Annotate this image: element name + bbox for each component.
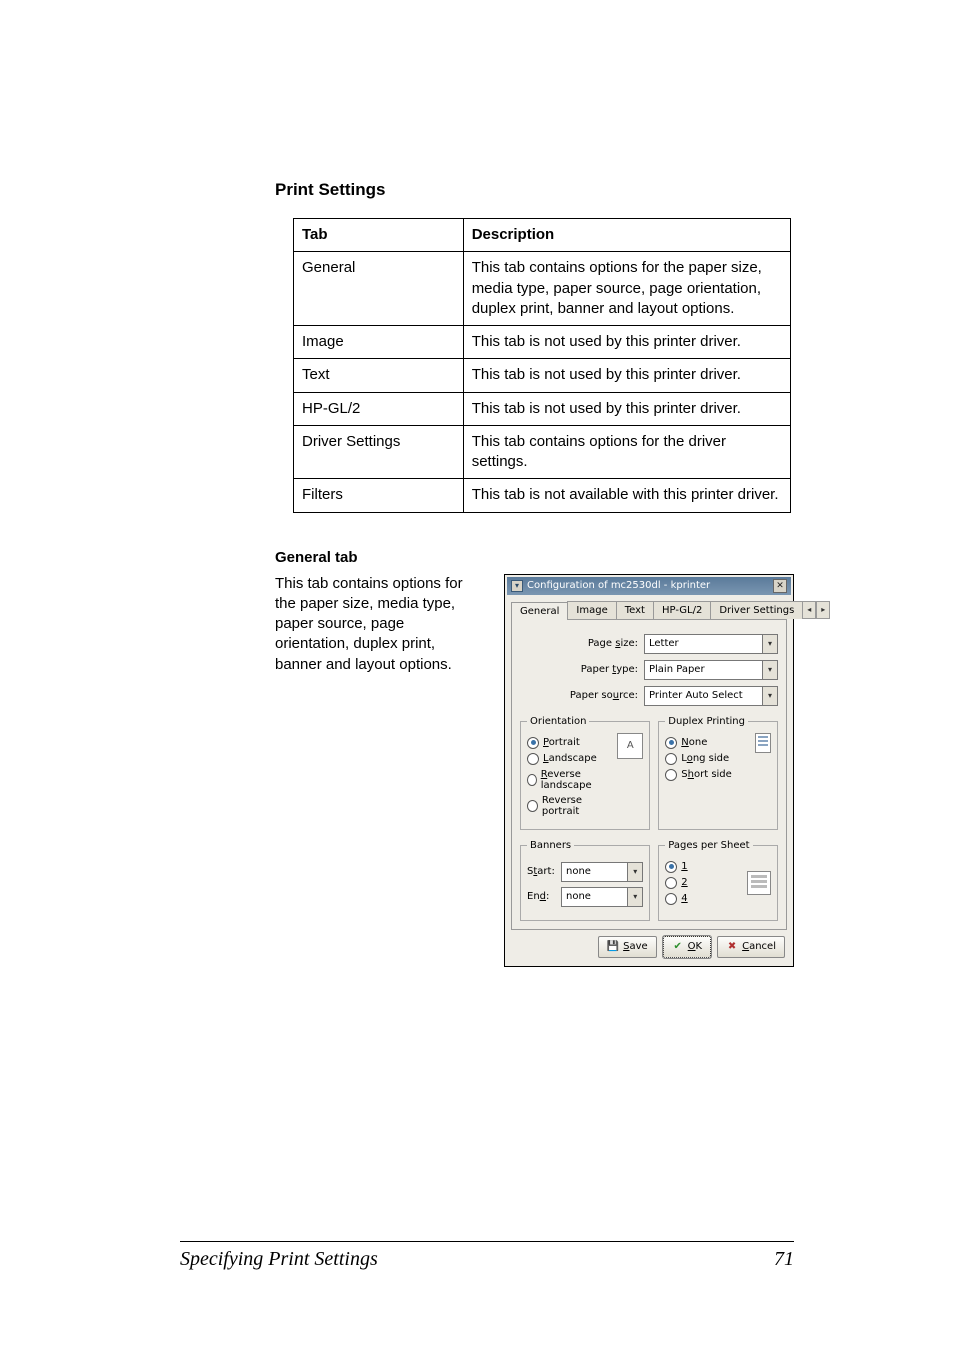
dialog-title: Configuration of mc2530dl - kprinter	[527, 580, 710, 591]
pages-per-sheet-group: Pages per Sheet 1 2	[658, 840, 778, 921]
paper-source-value: Printer Auto Select	[649, 690, 743, 701]
table-row: Image This tab is not used by this print…	[294, 326, 791, 359]
radio-icon	[665, 769, 677, 781]
tab-hpgl2[interactable]: HP-GL/2	[653, 601, 711, 619]
radio-pps-1[interactable]: 1	[665, 861, 747, 873]
radio-reverse-landscape[interactable]: Reverse landscape	[527, 769, 613, 791]
duplex-group: Duplex Printing None Long sid	[658, 716, 778, 830]
radio-icon	[665, 753, 677, 765]
th-desc: Description	[463, 219, 790, 252]
banner-end-select[interactable]: none ▾	[561, 887, 643, 907]
paper-source-select[interactable]: Printer Auto Select ▾	[644, 686, 778, 706]
radio-icon	[527, 737, 539, 749]
cell-tab: Text	[294, 359, 464, 392]
banner-end-value: none	[566, 891, 591, 902]
duplex-preview-icon	[755, 733, 771, 753]
page-size-select[interactable]: Letter ▾	[644, 634, 778, 654]
chevron-down-icon: ▾	[627, 888, 642, 906]
table-row: Text This tab is not used by this printe…	[294, 359, 791, 392]
dialog-titlebar[interactable]: ▾ Configuration of mc2530dl - kprinter ✕	[507, 577, 791, 595]
paper-type-label: Paper type:	[520, 664, 644, 675]
close-icon[interactable]: ✕	[773, 579, 787, 593]
heading-print-settings: Print Settings	[275, 180, 794, 200]
radio-reverse-portrait[interactable]: Reverse portrait	[527, 795, 613, 817]
table-row: Driver Settings This tab contains option…	[294, 425, 791, 479]
radio-pps-2[interactable]: 2	[665, 877, 747, 889]
pps-legend: Pages per Sheet	[665, 840, 752, 851]
banners-group: Banners Start: none ▾ End:	[520, 840, 650, 921]
kprinter-config-dialog: ▾ Configuration of mc2530dl - kprinter ✕…	[504, 574, 794, 967]
ok-button[interactable]: ✔ OK	[663, 936, 711, 958]
orientation-group: Orientation Portrait Landscap	[520, 716, 650, 830]
radio-icon	[527, 753, 539, 765]
radio-icon	[665, 893, 677, 905]
save-button[interactable]: 💾 Save	[598, 936, 657, 958]
print-settings-table: Tab Description General This tab contain…	[293, 218, 791, 513]
paper-source-label: Paper source:	[520, 690, 644, 701]
radio-icon	[665, 861, 677, 873]
cell-tab: Image	[294, 326, 464, 359]
window-menu-icon[interactable]: ▾	[511, 580, 523, 592]
cell-desc: This tab is not used by this printer dri…	[463, 392, 790, 425]
cell-tab: HP-GL/2	[294, 392, 464, 425]
banner-start-label: Start:	[527, 866, 557, 877]
paper-type-select[interactable]: Plain Paper ▾	[644, 660, 778, 680]
dialog-tabstrip: General Image Text HP-GL/2 Driver Settin…	[511, 599, 787, 620]
radio-icon	[665, 737, 677, 749]
radio-landscape[interactable]: Landscape	[527, 753, 613, 765]
pps-preview-icon	[747, 871, 771, 895]
tab-image[interactable]: Image	[567, 601, 616, 619]
tab-general[interactable]: General	[511, 602, 568, 620]
page-size-label: Page size:	[520, 638, 644, 649]
radio-duplex-short[interactable]: Short side	[665, 769, 751, 781]
footer-page-number: 71	[774, 1248, 794, 1271]
tabpanel-general: Page size: Letter ▾ Paper type: Plain Pa…	[511, 620, 787, 930]
paper-type-value: Plain Paper	[649, 664, 705, 675]
tab-scroll-left-icon[interactable]: ◂	[802, 601, 816, 619]
cell-desc: This tab contains options for the paper …	[463, 252, 790, 326]
cell-desc: This tab is not used by this printer dri…	[463, 326, 790, 359]
cell-desc: This tab is not available with this prin…	[463, 479, 790, 512]
banners-legend: Banners	[527, 840, 574, 851]
radio-portrait[interactable]: Portrait	[527, 737, 613, 749]
cell-tab: Filters	[294, 479, 464, 512]
page-footer: Specifying Print Settings 71	[180, 1241, 794, 1271]
chevron-down-icon: ▾	[762, 661, 777, 679]
duplex-legend: Duplex Printing	[665, 716, 748, 727]
general-tab-description: This tab contains options for the paper …	[275, 574, 480, 675]
close-icon: ✖	[726, 941, 738, 953]
dialog-button-bar: 💾 Save ✔ OK ✖ Cancel	[511, 930, 787, 960]
radio-icon	[527, 800, 538, 812]
radio-duplex-long[interactable]: Long side	[665, 753, 751, 765]
save-icon: 💾	[607, 941, 619, 953]
tab-driver-settings[interactable]: Driver Settings	[710, 601, 803, 619]
tab-scroll-right-icon[interactable]: ▸	[816, 601, 830, 619]
cell-desc: This tab contains options for the driver…	[463, 425, 790, 479]
check-icon: ✔	[672, 941, 684, 953]
chevron-down-icon: ▾	[762, 687, 777, 705]
radio-pps-4[interactable]: 4	[665, 893, 747, 905]
orientation-legend: Orientation	[527, 716, 589, 727]
orientation-preview-icon: A	[617, 733, 643, 759]
table-row: HP-GL/2 This tab is not used by this pri…	[294, 392, 791, 425]
chevron-down-icon: ▾	[627, 863, 642, 881]
banner-end-label: End:	[527, 891, 557, 902]
tab-text[interactable]: Text	[616, 601, 654, 619]
footer-title: Specifying Print Settings	[180, 1248, 378, 1271]
table-row: Filters This tab is not available with t…	[294, 479, 791, 512]
th-tab: Tab	[294, 219, 464, 252]
radio-icon	[527, 774, 537, 786]
banner-start-select[interactable]: none ▾	[561, 862, 643, 882]
cell-tab: General	[294, 252, 464, 326]
cancel-button[interactable]: ✖ Cancel	[717, 936, 785, 958]
banner-start-value: none	[566, 866, 591, 877]
heading-general-tab: General tab	[275, 549, 794, 566]
cell-tab: Driver Settings	[294, 425, 464, 479]
chevron-down-icon: ▾	[762, 635, 777, 653]
radio-icon	[665, 877, 677, 889]
table-row: General This tab contains options for th…	[294, 252, 791, 326]
page-size-value: Letter	[649, 638, 679, 649]
cell-desc: This tab is not used by this printer dri…	[463, 359, 790, 392]
radio-duplex-none[interactable]: None	[665, 737, 751, 749]
